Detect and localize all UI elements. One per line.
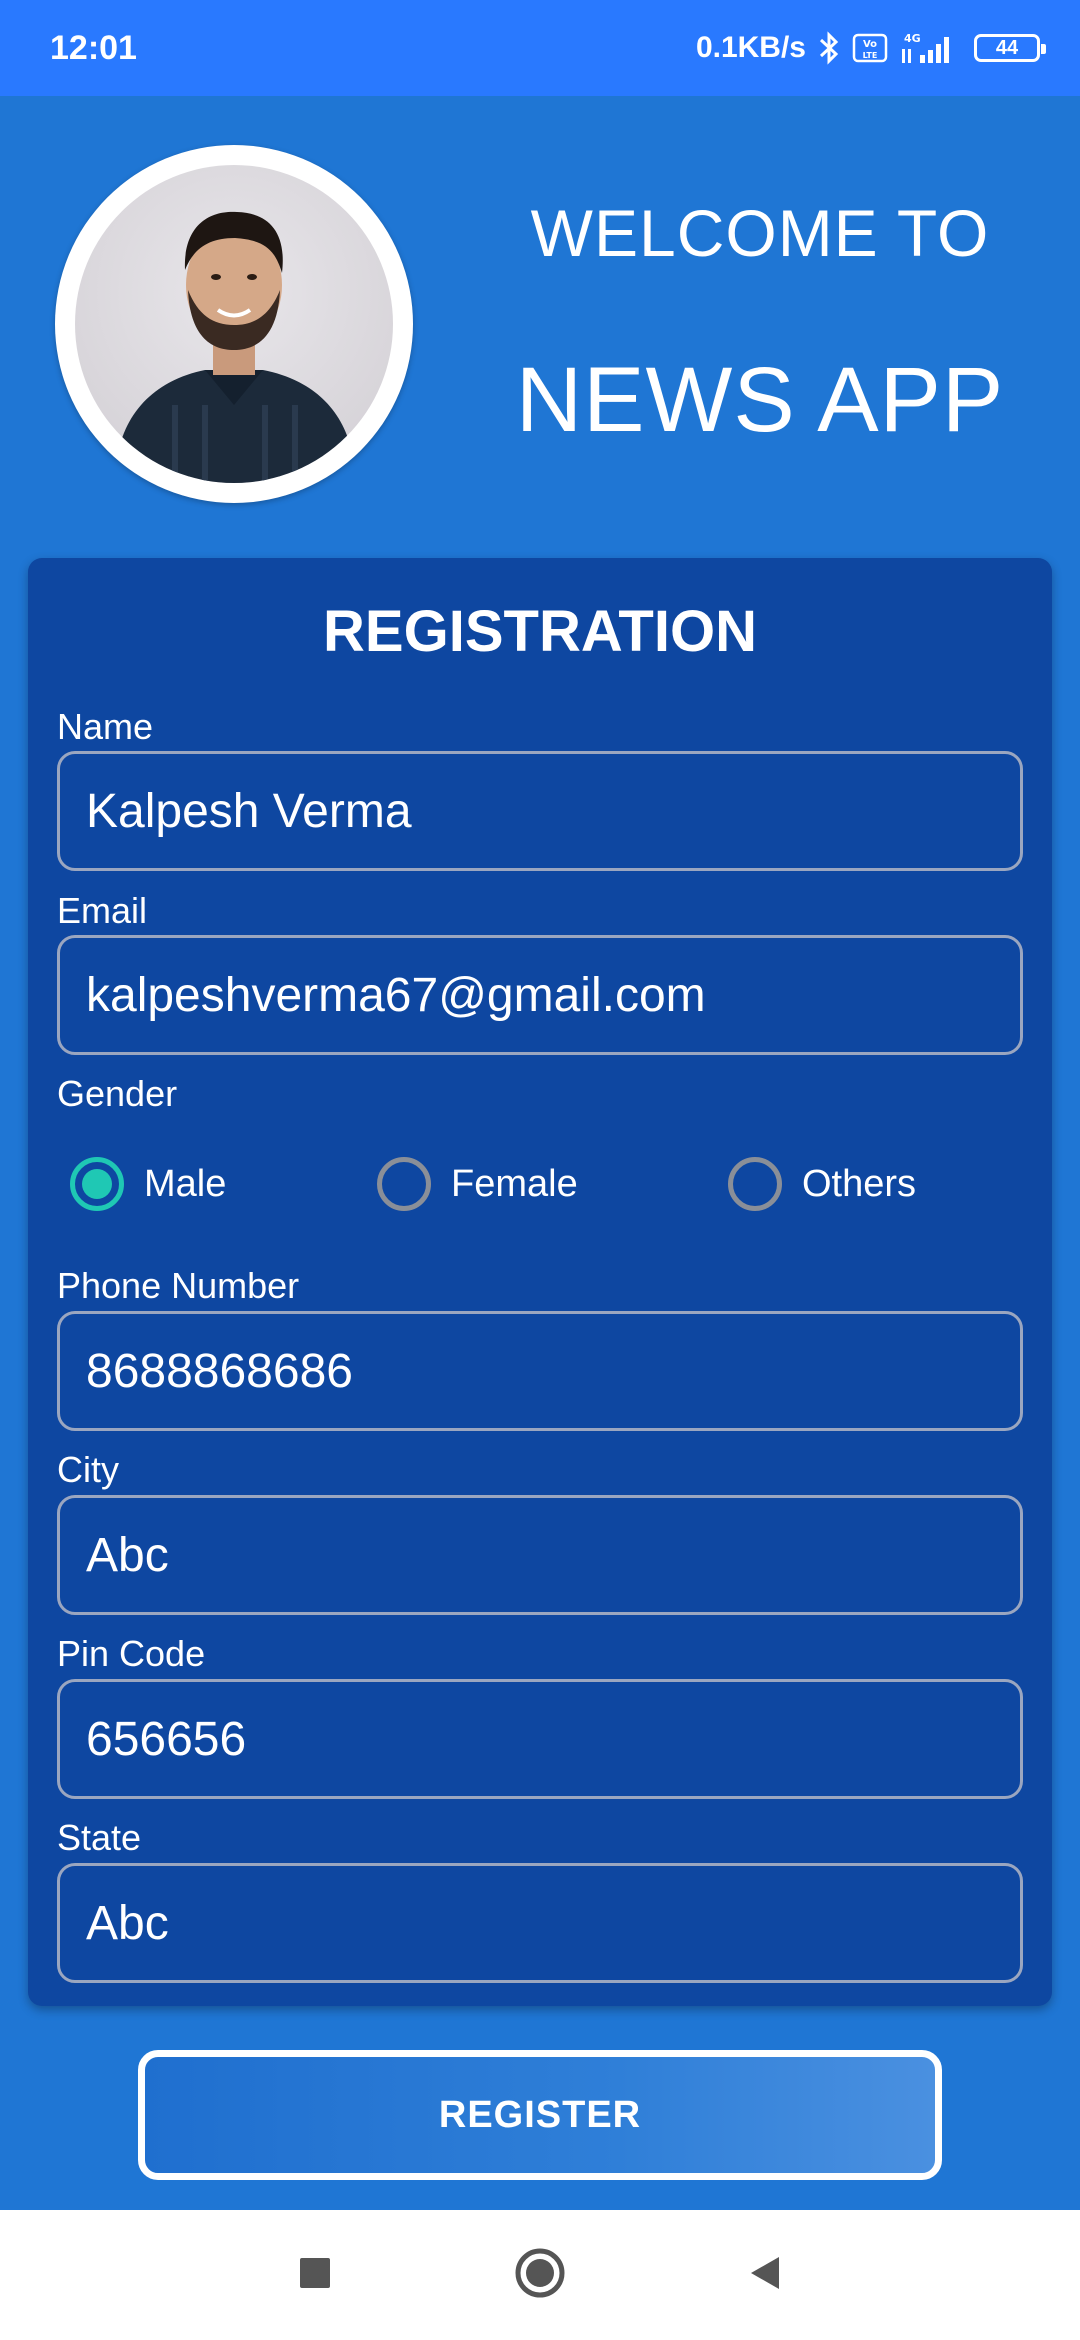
signal-label: 4G xyxy=(904,32,921,45)
svg-text:Vo: Vo xyxy=(863,39,877,50)
form-title: REGISTRATION xyxy=(323,599,757,664)
state-label: State xyxy=(57,1817,142,1858)
email-field[interactable]: kalpeshverma67@gmail.com xyxy=(57,935,1023,1055)
phone-label: Phone Number xyxy=(57,1265,300,1306)
gender-option-label: Others xyxy=(802,1162,917,1205)
welcome-text: WELCOME TO xyxy=(530,196,990,270)
network-speed: 0.1KB/s xyxy=(695,31,806,64)
gender-option-label: Male xyxy=(144,1162,227,1205)
app-name: NEWS APP xyxy=(515,349,1005,451)
city-field[interactable]: Abc xyxy=(57,1495,1023,1615)
navigation-bar xyxy=(0,2210,1080,2340)
back-button[interactable] xyxy=(730,2210,800,2340)
radio-unchecked-icon[interactable] xyxy=(728,1157,782,1211)
status-indicators: 0.1KB/s Vo LTE 4G 44 xyxy=(695,31,1046,65)
name-label: Name xyxy=(57,706,154,747)
gender-option-others[interactable]: Others xyxy=(728,1148,916,1220)
battery-icon: 44 xyxy=(974,34,1046,62)
back-triangle-icon xyxy=(745,2253,785,2298)
register-button[interactable]: REGISTER xyxy=(138,2050,942,2180)
state-field[interactable]: Abc xyxy=(57,1863,1023,1983)
gender-option-female[interactable]: Female xyxy=(377,1148,578,1220)
city-label: City xyxy=(57,1449,119,1490)
gender-option-label: Female xyxy=(451,1162,578,1205)
radio-checked-icon[interactable] xyxy=(70,1157,124,1211)
gender-option-male[interactable]: Male xyxy=(70,1148,226,1220)
home-button[interactable] xyxy=(505,2210,575,2340)
circle-icon xyxy=(513,2246,567,2305)
radio-unchecked-icon[interactable] xyxy=(377,1157,431,1211)
profile-photo xyxy=(75,165,393,483)
pincode-field[interactable]: 656656 xyxy=(57,1679,1023,1799)
avatar xyxy=(55,145,413,503)
square-icon xyxy=(298,2256,332,2295)
svg-text:LTE: LTE xyxy=(863,51,878,60)
recent-apps-button[interactable] xyxy=(280,2210,350,2340)
status-bar: 12:01 0.1KB/s Vo LTE 4G 44 xyxy=(0,0,1080,96)
bluetooth-icon xyxy=(816,31,842,65)
gender-radio-group: Male Female Others xyxy=(70,1148,1030,1220)
name-field[interactable]: Kalpesh Verma xyxy=(57,751,1023,871)
signal-icon: 4G xyxy=(898,31,958,65)
pincode-label: Pin Code xyxy=(57,1633,206,1674)
gender-label: Gender xyxy=(57,1073,178,1114)
email-label: Email xyxy=(57,890,148,931)
volte-icon: Vo LTE xyxy=(852,33,888,63)
status-time: 12:01 xyxy=(50,28,137,67)
phone-field[interactable]: 8688868686 xyxy=(57,1311,1023,1431)
